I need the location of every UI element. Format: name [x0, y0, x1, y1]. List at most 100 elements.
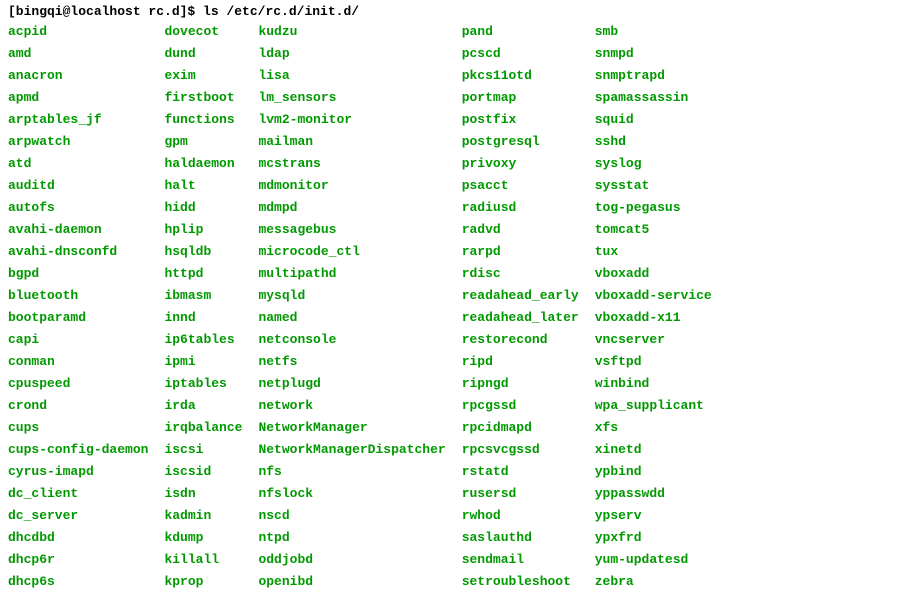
file-entry: mdmpd — [258, 197, 445, 219]
file-entry: tomcat5 — [595, 219, 712, 241]
file-entry: saslauthd — [462, 527, 579, 549]
file-entry: rusersd — [462, 483, 579, 505]
file-entry: vncserver — [595, 329, 712, 351]
file-entry: yum-updatesd — [595, 549, 712, 571]
prompt-text: [bingqi@localhost rc.d]$ ls /etc/rc.d/in… — [8, 4, 359, 19]
file-entry: multipathd — [258, 263, 445, 285]
file-entry: lm_sensors — [258, 87, 445, 109]
file-entry: dund — [164, 43, 242, 65]
file-entry: acpid — [8, 21, 148, 43]
file-entry: ripngd — [462, 373, 579, 395]
file-entry: nscd — [258, 505, 445, 527]
file-entry: killall — [164, 549, 242, 571]
file-entry: autofs — [8, 197, 148, 219]
file-entry: cyrus-imapd — [8, 461, 148, 483]
column-4: smbsnmpdsnmptrapdspamassassinsquidsshdsy… — [595, 21, 728, 593]
file-entry: rpcsvcgssd — [462, 439, 579, 461]
file-entry: ip6tables — [164, 329, 242, 351]
file-entry: innd — [164, 307, 242, 329]
file-entry: pand — [462, 21, 579, 43]
file-entry: readahead_early — [462, 285, 579, 307]
file-entry: tux — [595, 241, 712, 263]
file-entry: arptables_jf — [8, 109, 148, 131]
file-entry: microcode_ctl — [258, 241, 445, 263]
column-1: dovecotdundeximfirstbootfunctionsgpmhald… — [164, 21, 258, 593]
file-entry: vboxadd-service — [595, 285, 712, 307]
file-entry: smb — [595, 21, 712, 43]
file-entry: apmd — [8, 87, 148, 109]
file-entry: isdn — [164, 483, 242, 505]
file-entry: dc_server — [8, 505, 148, 527]
file-entry: pcscd — [462, 43, 579, 65]
file-entry: portmap — [462, 87, 579, 109]
file-entry: spamassassin — [595, 87, 712, 109]
file-entry: yppasswdd — [595, 483, 712, 505]
file-entry: httpd — [164, 263, 242, 285]
file-entry: rarpd — [462, 241, 579, 263]
file-entry: zebra — [595, 571, 712, 593]
file-entry: postfix — [462, 109, 579, 131]
file-entry: dhcp6r — [8, 549, 148, 571]
file-entry: sshd — [595, 131, 712, 153]
file-entry: amd — [8, 43, 148, 65]
file-entry: vboxadd-x11 — [595, 307, 712, 329]
column-2: kudzuldaplisalm_sensorslvm2-monitormailm… — [258, 21, 461, 593]
file-entry: rstatd — [462, 461, 579, 483]
file-entry: ripd — [462, 351, 579, 373]
file-entry: dhcdbd — [8, 527, 148, 549]
file-entry: hplip — [164, 219, 242, 241]
file-entry: kprop — [164, 571, 242, 593]
file-entry: kdump — [164, 527, 242, 549]
file-entry: openibd — [258, 571, 445, 593]
file-entry: avahi-dnsconfd — [8, 241, 148, 263]
file-entry: functions — [164, 109, 242, 131]
file-entry: NetworkManagerDispatcher — [258, 439, 445, 461]
file-entry: bootparamd — [8, 307, 148, 329]
file-entry: auditd — [8, 175, 148, 197]
file-entry: netconsole — [258, 329, 445, 351]
file-entry: mcstrans — [258, 153, 445, 175]
file-entry: rwhod — [462, 505, 579, 527]
file-entry: gpm — [164, 131, 242, 153]
file-entry: bluetooth — [8, 285, 148, 307]
file-entry: cups-config-daemon — [8, 439, 148, 461]
file-entry: haldaemon — [164, 153, 242, 175]
file-entry: dc_client — [8, 483, 148, 505]
column-0: acpidamdanacronapmdarptables_jfarpwatcha… — [8, 21, 164, 593]
file-entry: avahi-daemon — [8, 219, 148, 241]
file-entry: iscsid — [164, 461, 242, 483]
file-entry: exim — [164, 65, 242, 87]
file-entry: radiusd — [462, 197, 579, 219]
file-entry: snmptrapd — [595, 65, 712, 87]
file-entry: syslog — [595, 153, 712, 175]
file-entry: xfs — [595, 417, 712, 439]
file-entry: pkcs11otd — [462, 65, 579, 87]
file-entry: lvm2-monitor — [258, 109, 445, 131]
file-entry: lisa — [258, 65, 445, 87]
file-entry: ibmasm — [164, 285, 242, 307]
file-entry: squid — [595, 109, 712, 131]
file-entry: restorecond — [462, 329, 579, 351]
file-entry: vsftpd — [595, 351, 712, 373]
file-entry: ipmi — [164, 351, 242, 373]
file-entry: ntpd — [258, 527, 445, 549]
file-entry: oddjobd — [258, 549, 445, 571]
file-entry: cups — [8, 417, 148, 439]
file-entry: dhcp6s — [8, 571, 148, 593]
file-entry: tog-pegasus — [595, 197, 712, 219]
file-entry: crond — [8, 395, 148, 417]
file-entry: ldap — [258, 43, 445, 65]
file-entry: postgresql — [462, 131, 579, 153]
file-entry: sysstat — [595, 175, 712, 197]
file-entry: ypbind — [595, 461, 712, 483]
file-entry: rpcidmapd — [462, 417, 579, 439]
file-entry: mysqld — [258, 285, 445, 307]
file-entry: firstboot — [164, 87, 242, 109]
file-entry: conman — [8, 351, 148, 373]
file-entry: mailman — [258, 131, 445, 153]
file-entry: irqbalance — [164, 417, 242, 439]
file-entry: nfs — [258, 461, 445, 483]
file-entry: readahead_later — [462, 307, 579, 329]
file-entry: privoxy — [462, 153, 579, 175]
file-entry: cpuspeed — [8, 373, 148, 395]
